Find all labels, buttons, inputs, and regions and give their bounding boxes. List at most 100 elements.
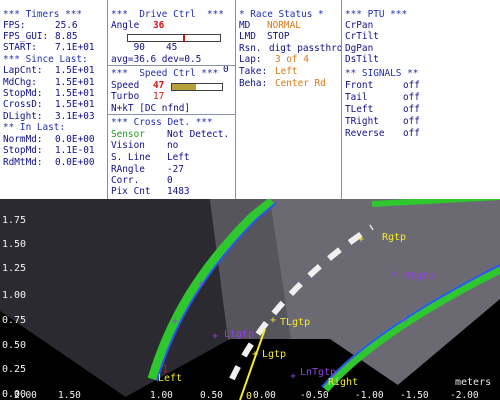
x-tick-label: -2.00: [450, 390, 479, 400]
beha-row: Beha: Center Rd: [239, 78, 326, 89]
take-value: Left: [275, 66, 298, 77]
x-tick-label: 0.50: [200, 390, 223, 400]
marker-plus-icon: +: [212, 331, 218, 342]
mdchg-label: MdChg:: [3, 77, 37, 88]
angle-mid-value: 45: [166, 42, 178, 53]
speed-label: Speed: [111, 80, 140, 91]
x-tick-label: 1.50: [58, 390, 81, 400]
start-row: START: 7.1E+01: [3, 42, 95, 53]
take-label: Take:: [239, 66, 268, 77]
angle-label: Angle: [111, 20, 140, 31]
lapcnt-value: 1.5E+01: [55, 65, 95, 76]
nkt-text: N+kT [DC nfnd]: [111, 103, 191, 114]
y-tick-label: 1.75: [2, 215, 26, 226]
ptu-item-dstilt: DsTilt: [345, 54, 379, 65]
fps-value: 25.6: [55, 20, 78, 31]
marker-plus-icon: +: [290, 371, 296, 382]
in-last-title: ** In Last:: [3, 122, 66, 133]
signal-reverse-row: Reverse off: [345, 128, 420, 139]
speed-row: Speed 47: [111, 80, 233, 91]
stopmd2-row: StopMd: 1.1E-01: [3, 145, 95, 156]
signal-tail-label: Tail: [345, 92, 368, 103]
crossd-row: CrossD: 1.5E+01: [3, 99, 95, 110]
pixcnt-label: Pix Cnt: [111, 186, 151, 197]
turbo-label: Turbo: [111, 91, 140, 102]
camera-view: 1.75 1.50 1.25 1.00 0.75 0.50 0.25 0.00 …: [0, 199, 500, 400]
angle-slider-marker[interactable]: [183, 34, 186, 42]
stopmd2-label: StopMd:: [3, 145, 43, 156]
mdchg-row: MdChg: 1.5E+01: [3, 77, 95, 88]
rdmtmd-value: 0.0E+00: [55, 157, 95, 168]
signal-front-row: Front off: [345, 80, 420, 91]
avg-dev-text: avg=36.6 dev=0.5: [111, 54, 202, 65]
corr-label: Corr.: [111, 175, 140, 186]
marker-plus-icon: +: [270, 315, 276, 326]
lapcnt-row: LapCnt: 1.5E+01: [3, 65, 95, 76]
marker-plus-icon: +: [252, 349, 258, 360]
marker-zero-label: 0: [246, 391, 252, 400]
signal-reverse-value: off: [403, 128, 420, 139]
signal-tail-row: Tail off: [345, 92, 420, 103]
signal-tleft-row: TLeft off: [345, 104, 420, 115]
angle-slider[interactable]: [127, 34, 221, 42]
rdmtmd-label: RdMtMd:: [3, 157, 43, 168]
timers-panel: *** Timers *** FPS: 25.6 FPS_GUI: 8.85 STA…: [0, 0, 108, 199]
start-label: START:: [3, 42, 37, 53]
fps-gui-row: FPS_GUI: 8.85: [3, 31, 78, 42]
lap-row: Lap: 3 of 4: [239, 54, 309, 65]
race-status-panel: * Race Status * MD NORMAL LMD STOP Rsn. dig…: [236, 0, 342, 199]
md-row: MD NORMAL: [239, 20, 301, 31]
pixcnt-value: 1483: [167, 186, 190, 197]
y-tick-label: 1.00: [2, 290, 26, 301]
fps-row: FPS: 25.6: [3, 20, 78, 31]
x-tick-label: -0.50: [300, 390, 329, 400]
marker-rgtp-label: Rgtp: [382, 232, 406, 243]
signal-tleft-value: off: [403, 104, 420, 115]
fps-gui-label: FPS_GUI:: [3, 31, 49, 42]
md-value: NORMAL: [267, 20, 301, 31]
since-last-title: *** Since Last:: [3, 54, 88, 65]
rsn-value: digt passthroug: [269, 43, 342, 54]
dlight-label: DLight:: [3, 111, 43, 122]
rsn-row: Rsn. digt passthroug: [239, 43, 341, 54]
signal-reverse-label: Reverse: [345, 128, 385, 139]
speed-bar-fill: [172, 84, 196, 90]
sensor-value: Not Detect.: [167, 129, 230, 140]
units-label: meters: [455, 377, 491, 388]
rdmtmd-row: RdMtMd: 0.0E+00: [3, 157, 95, 168]
road-view-svg: 1.75 1.50 1.25 1.00 0.75 0.50 0.25 0.00 …: [0, 199, 500, 400]
sensor-row: Sensor Not Detect.: [111, 129, 229, 140]
mdchg-value: 1.5E+01: [55, 77, 95, 88]
rangle-value: -27: [167, 164, 184, 175]
y-tick-label: 1.25: [2, 263, 26, 274]
signal-front-value: off: [403, 80, 420, 91]
marker-plus-icon: +: [392, 269, 398, 280]
speed-title: *** Speed Ctrl ***: [111, 68, 219, 79]
corr-row: Corr. 0: [111, 175, 173, 186]
rangle-label: RAngle: [111, 164, 145, 175]
marker-ltgtp-label: Ltgtp: [224, 329, 254, 340]
crossd-label: CrossD:: [3, 99, 43, 110]
dlight-value: 3.1E+03: [55, 111, 95, 122]
lapcnt-label: LapCnt:: [3, 65, 43, 76]
ptu-item-crpan: CrPan: [345, 20, 374, 31]
lmd-label: LMD: [239, 31, 256, 42]
y-tick-label: 0.25: [2, 364, 26, 375]
marker-one-label: 1: [162, 364, 168, 375]
lmd-row: LMD STOP: [239, 31, 290, 42]
vision-row: Vision no: [111, 140, 178, 151]
sline-label: S. Line: [111, 152, 151, 163]
cross-det-title: *** Cross Det. ***: [111, 117, 213, 128]
ptu-item-crtilt: CrTilt: [345, 31, 379, 42]
y-tick-label: 0.75: [2, 315, 26, 326]
signal-tright-value: off: [403, 116, 420, 127]
drive-panel: *** Drive Ctrl *** Angle 36 90 0 45 avg=3…: [108, 0, 236, 199]
rangle-row: RAngle -27: [111, 164, 184, 175]
signal-tright-label: TRight: [345, 116, 379, 127]
ptu-title: *** PTU ***: [345, 9, 408, 20]
beha-label: Beha:: [239, 78, 268, 89]
normmd-row: NormMd: 0.0E+00: [3, 134, 95, 145]
turbo-row: Turbo 17: [111, 91, 164, 102]
y-tick-label: 0.50: [2, 340, 26, 351]
fps-label: FPS:: [3, 20, 26, 31]
